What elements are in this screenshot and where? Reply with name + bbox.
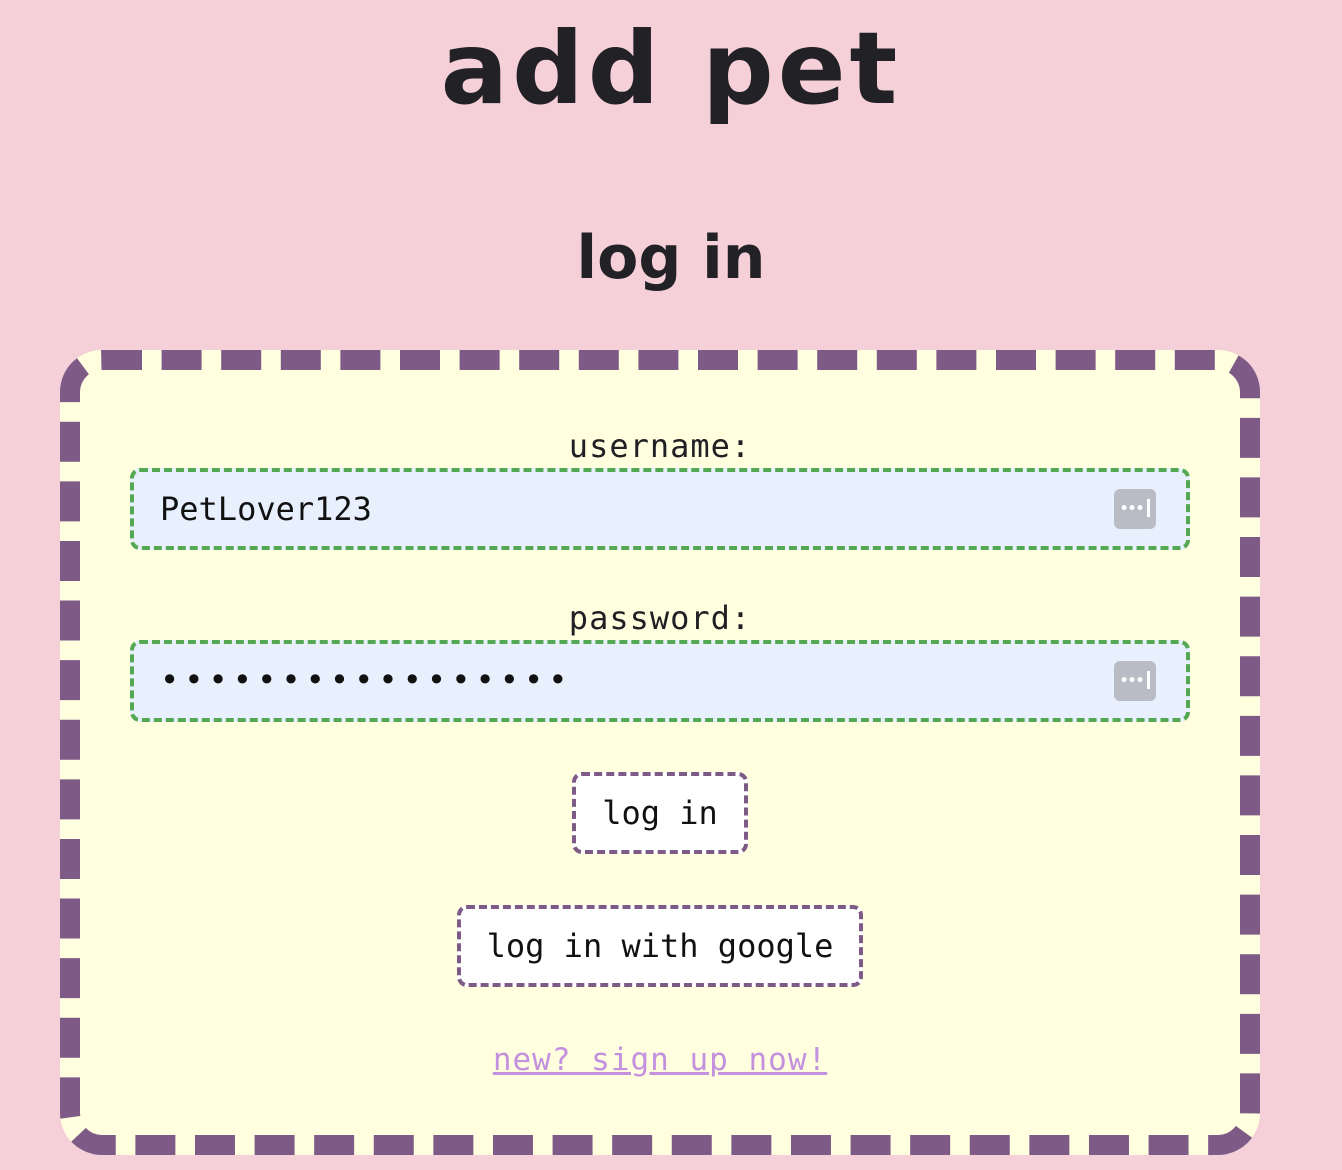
signup-link[interactable]: new? sign up now! bbox=[80, 1040, 1240, 1080]
username-label: username: bbox=[568, 427, 752, 465]
app-title: add pet bbox=[440, 10, 902, 127]
login-button[interactable]: log in bbox=[572, 772, 748, 854]
password-input-masked[interactable]: ••••••••••••••••• bbox=[160, 648, 573, 718]
login-card: username: ••• password: ••••••••••••••••… bbox=[60, 350, 1260, 1155]
username-field-container: ••• bbox=[130, 468, 1190, 550]
page-title: log in bbox=[576, 223, 766, 293]
password-manager-key-icon[interactable]: ••• bbox=[1114, 489, 1156, 529]
password-manager-key-icon[interactable]: ••• bbox=[1114, 661, 1156, 701]
password-field[interactable]: ••••••••••••••••• ••• bbox=[130, 640, 1190, 722]
username-input[interactable] bbox=[160, 472, 1060, 546]
password-label: password: bbox=[568, 599, 752, 637]
google-login-button[interactable]: log in with google bbox=[457, 905, 863, 987]
